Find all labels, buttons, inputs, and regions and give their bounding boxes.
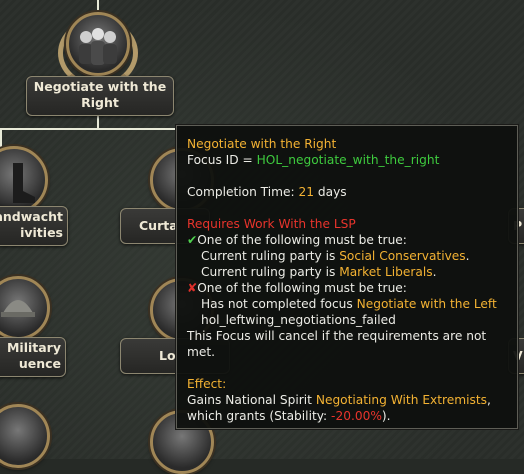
focus-title-line1: Military [6,340,61,355]
focus-label-left-3: Military uence [0,337,66,377]
tooltip-cancel-line2: met. [187,344,215,360]
focus-label-left-1: andwacht ivities [0,206,68,246]
tooltip-requires-row: Requires Work With the LSP [187,216,356,232]
condition-value: Negotiate with the Left [356,297,497,311]
checkmark-icon: ✔ [187,233,198,247]
focus-title-line1: andwacht [0,209,63,224]
boots-icon [0,146,48,214]
focus-title-line2: ivities [20,225,63,240]
cancel-text: This Focus will cancel if the requiremen… [187,329,487,343]
completion-days: 21 [298,185,314,199]
tooltip-title-row: Negotiate with the Right [187,136,336,152]
focus-title-line2: uence [18,356,61,371]
stability-value: -20.00% [331,409,382,423]
helmet-icon [0,276,50,340]
condition-prefix: Has not completed focus [201,297,357,311]
condition-value: Market Liberals [339,265,433,279]
tooltip-cancel-line1: This Focus will cancel if the requiremen… [187,328,486,344]
tooltip-group2-header-row: ✘One of the following must be true: [187,280,407,296]
focus-title-line1: Lo [159,348,176,363]
completion-unit: days [314,185,347,199]
effect-prefix: Gains National Spirit [187,393,316,407]
connector-line-left [0,128,2,148]
tooltip-completion-row: Completion Time: 21 days [187,184,347,200]
focus-id-label: Focus ID = [187,153,257,167]
tooltip-focus-id-row: Focus ID = HOL_negotiate_with_the_right [187,152,439,168]
focus-title-line1: Negotiate with the [33,79,167,94]
connector-line-horizontal [0,128,176,130]
tooltip-grants-row: which grants (Stability: -20.00%). [187,408,391,424]
condition-flag: hol_leftwing_negotiations_failed [201,313,396,327]
grants-suffix: ). [381,409,391,423]
condition-prefix: Current ruling party is [201,265,340,279]
effect-label: Effect: [187,377,227,391]
cancel-text: met. [187,345,216,359]
cross-icon: ✘ [187,281,198,295]
condition-value: Social Conservatives [339,249,466,263]
completion-label: Completion Time: [187,185,299,199]
tooltip-group1-header-row: ✔One of the following must be true: [187,232,407,248]
condition-suffix: . [432,265,437,279]
condition-prefix: Current ruling party is [201,249,340,263]
tooltip-effect-label-row: Effect: [187,376,226,392]
focus-label-negotiate-with-the-right: Negotiate with the Right [26,76,174,116]
tooltip-title: Negotiate with the Right [187,137,337,151]
group1-header: One of the following must be true: [197,233,407,247]
focus-tooltip: Negotiate with the Right Focus ID = HOL_… [176,125,518,429]
grants-prefix: which grants (Stability: [187,409,332,423]
tooltip-effect-row: Gains National Spirit Negotiating With E… [187,392,491,408]
national-spirit-name: Negotiating With Extremists [315,393,487,407]
tooltip-group1-line2: Current ruling party is Market Liberals. [201,264,436,280]
condition-suffix: . [465,249,470,263]
tooltip-group1-line1: Current ruling party is Social Conservat… [201,248,470,264]
focus-title-line2: Right [81,95,119,110]
politicians-icon [66,12,130,76]
tooltip-group2-line1: Has not completed focus Negotiate with t… [201,296,497,312]
effect-suffix: , [486,393,491,407]
tooltip-group2-line2: hol_leftwing_negotiations_failed [201,312,396,328]
focus-id-value: HOL_negotiate_with_the_right [256,153,440,167]
requires-text: Requires Work With the LSP [187,217,356,231]
focus-title-line1: Curta [139,218,178,233]
group2-header: One of the following must be true: [197,281,407,295]
